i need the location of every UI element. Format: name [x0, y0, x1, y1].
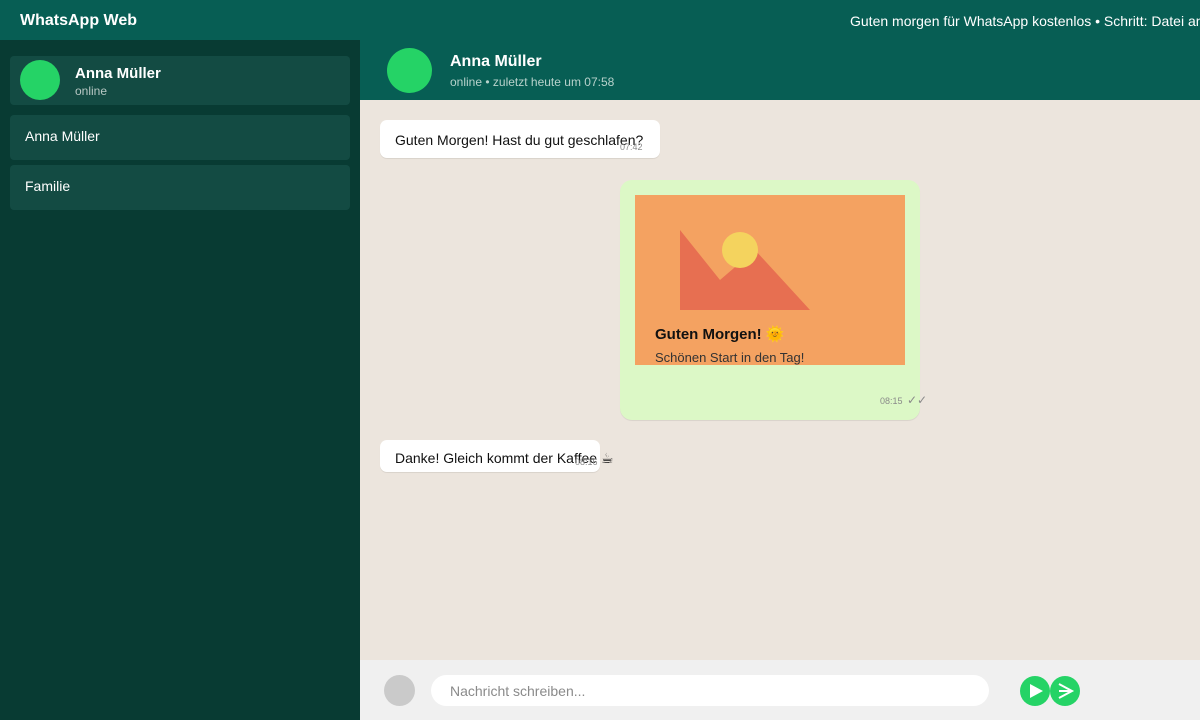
send-icon	[1058, 683, 1075, 699]
message-composer	[360, 660, 1200, 720]
whatsapp-web-app: WhatsApp Web Guten morgen für WhatsApp k…	[0, 0, 1200, 720]
avatar	[387, 48, 432, 93]
marquee-banner: Guten morgen für WhatsApp kostenlos • Sc…	[850, 13, 1200, 29]
contact-status: online	[75, 84, 108, 98]
message-input[interactable]	[431, 675, 989, 706]
sun-shape	[722, 232, 758, 268]
image-attachment[interactable]: Guten Morgen! 🌞 Schönen Start in den Tag…	[635, 195, 905, 365]
top-bar: WhatsApp Web Guten morgen für WhatsApp k…	[0, 0, 1200, 40]
chat-header-last-seen: online • zuletzt heute um 07:58	[450, 75, 615, 89]
message-time: 08:16	[575, 457, 598, 467]
avatar	[20, 60, 60, 100]
message-time: 07:42	[620, 142, 643, 152]
message-time: 08:15	[880, 396, 903, 406]
chat-header-name: Anna Müller	[450, 53, 542, 70]
image-card-title: Guten Morgen! 🌞	[655, 326, 785, 343]
send-button[interactable]	[1020, 676, 1050, 706]
chat-header[interactable]: Anna Müller online • zuletzt heute um 07…	[360, 40, 1200, 100]
message-outgoing-image[interactable]: Guten Morgen! 🌞 Schönen Start in den Tag…	[620, 180, 927, 420]
image-card-subtitle: Schönen Start in den Tag!	[655, 350, 805, 365]
message-text: Guten Morgen! Hast du gut geschlafen?	[395, 132, 644, 148]
chat-list-item-label: Anna Müller	[25, 128, 100, 144]
send-icon	[1030, 684, 1043, 698]
chat-list-item-label: Familie	[25, 178, 71, 194]
chat-list-item-anna[interactable]: Anna Müller	[10, 115, 350, 160]
chat-pane: Anna Müller online • zuletzt heute um 07…	[360, 40, 1200, 720]
chat-list-item-familie[interactable]: Familie	[10, 165, 350, 210]
send-button-alt[interactable]	[1050, 676, 1080, 706]
app-title: WhatsApp Web	[20, 12, 138, 29]
read-receipt-icon: ✓✓	[907, 393, 928, 407]
active-contact-card[interactable]: Anna Müller online	[10, 56, 350, 105]
contact-name: Anna Müller	[75, 65, 161, 82]
message-incoming[interactable]: Danke! Gleich kommt der Kaffee ☕ 08:16	[380, 440, 614, 472]
attach-icon[interactable]	[384, 675, 415, 706]
message-incoming[interactable]: Guten Morgen! Hast du gut geschlafen? 07…	[380, 120, 660, 158]
sidebar: Anna Müller online Anna Müller Familie	[0, 40, 360, 720]
